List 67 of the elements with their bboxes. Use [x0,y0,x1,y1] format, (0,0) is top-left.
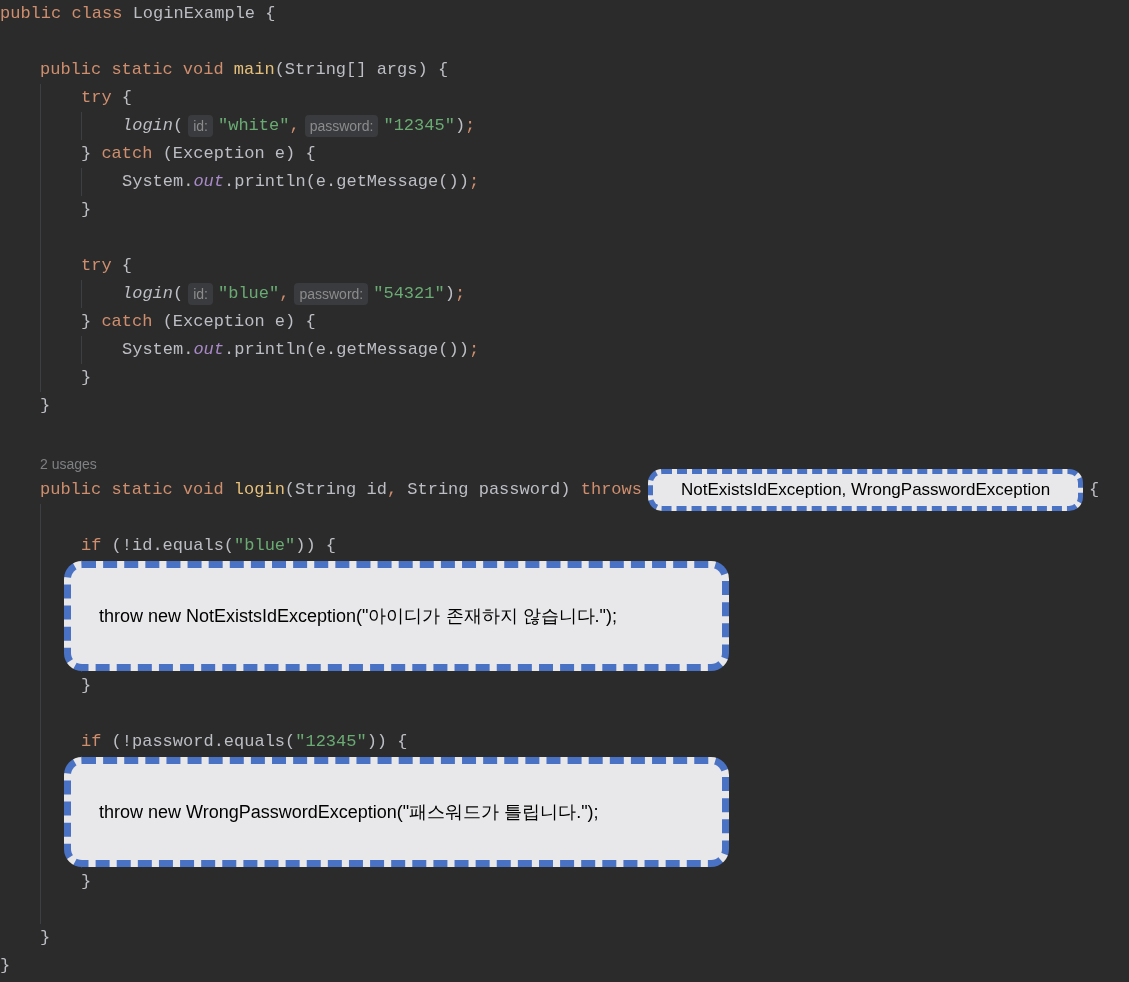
code-text: { [121,255,132,278]
code-keyword: throws [580,479,642,502]
parameter-hint: id: [188,283,213,305]
code-keyword: public static void [40,59,225,82]
code-keyword: catch [101,143,154,166]
code-text: } [81,675,92,698]
code-text: (!id.equals( [111,535,235,558]
punctuation: ; [465,115,476,138]
code-text: ( [173,115,184,138]
field-name: out [193,339,225,362]
code-keyword: if [81,731,103,754]
code-text: } [81,367,92,390]
code-text: (Exception e) { [162,143,316,166]
code-text: System. [122,339,194,362]
field-name: out [193,171,225,194]
code-text: String password) [406,479,572,502]
method-call: login [122,283,173,306]
method-name: main [233,59,275,82]
code-keyword: public static void [40,479,225,502]
string-literal: "blue" [234,535,296,558]
parameter-hint: id: [188,115,213,137]
string-literal: "white" [218,115,290,138]
punctuation: , [279,283,290,306]
code-text: } [81,143,93,166]
punctuation: , [289,115,300,138]
method-name: login [233,479,285,502]
code-text: (String id [284,479,387,502]
code-text: } [81,311,93,334]
punctuation: ; [468,339,480,362]
string-literal: "54321" [373,283,445,306]
code-text: (String[] args) { [274,59,449,82]
code-keyword: catch [101,311,154,334]
code-text: ) [444,283,455,306]
string-literal: "12345" [295,731,367,754]
punctuation: ; [454,283,466,306]
code-text: .println(e.getMessage()) [224,339,469,362]
code-text: { [121,87,132,110]
code-text: )) { [295,535,337,558]
code-text: } [0,955,11,978]
code-text: (Exception e) { [162,311,316,334]
code-text: .println(e.getMessage()) [224,171,469,194]
code-text: )) { [366,731,408,754]
parameter-hint: password: [294,283,369,305]
callout-box: throw new WrongPasswordException("패스워드가 틀립니다."); [64,757,729,867]
punctuation: ; [468,171,480,194]
method-call: login [122,115,173,138]
code-text: { [1089,479,1100,502]
code-text: } [40,927,51,950]
code-keyword: public class [0,3,124,26]
code-keyword: try [81,87,113,110]
parameter-hint: password: [304,115,379,137]
code-text: } [81,199,92,222]
code-keyword: if [81,535,103,558]
callout-box: throw new NotExistsIdException("아이디가 존재하지 않습니다."); [64,561,729,671]
code-text: } [40,395,51,418]
code-text: ) [454,115,466,138]
string-literal: "blue" [218,283,280,306]
code-text: LoginExample { [132,3,276,26]
code-text: (!password.equals( [111,731,296,754]
usages-hint[interactable]: 2 usages [40,454,97,476]
punctuation: , [386,479,398,502]
code-text: ( [173,283,184,306]
string-literal: "12345" [383,115,455,138]
code-keyword: try [81,255,113,278]
callout-box: NotExistsIdException, WrongPasswordException [647,469,1084,511]
code-text: System. [122,171,194,194]
code-text: } [81,871,92,894]
